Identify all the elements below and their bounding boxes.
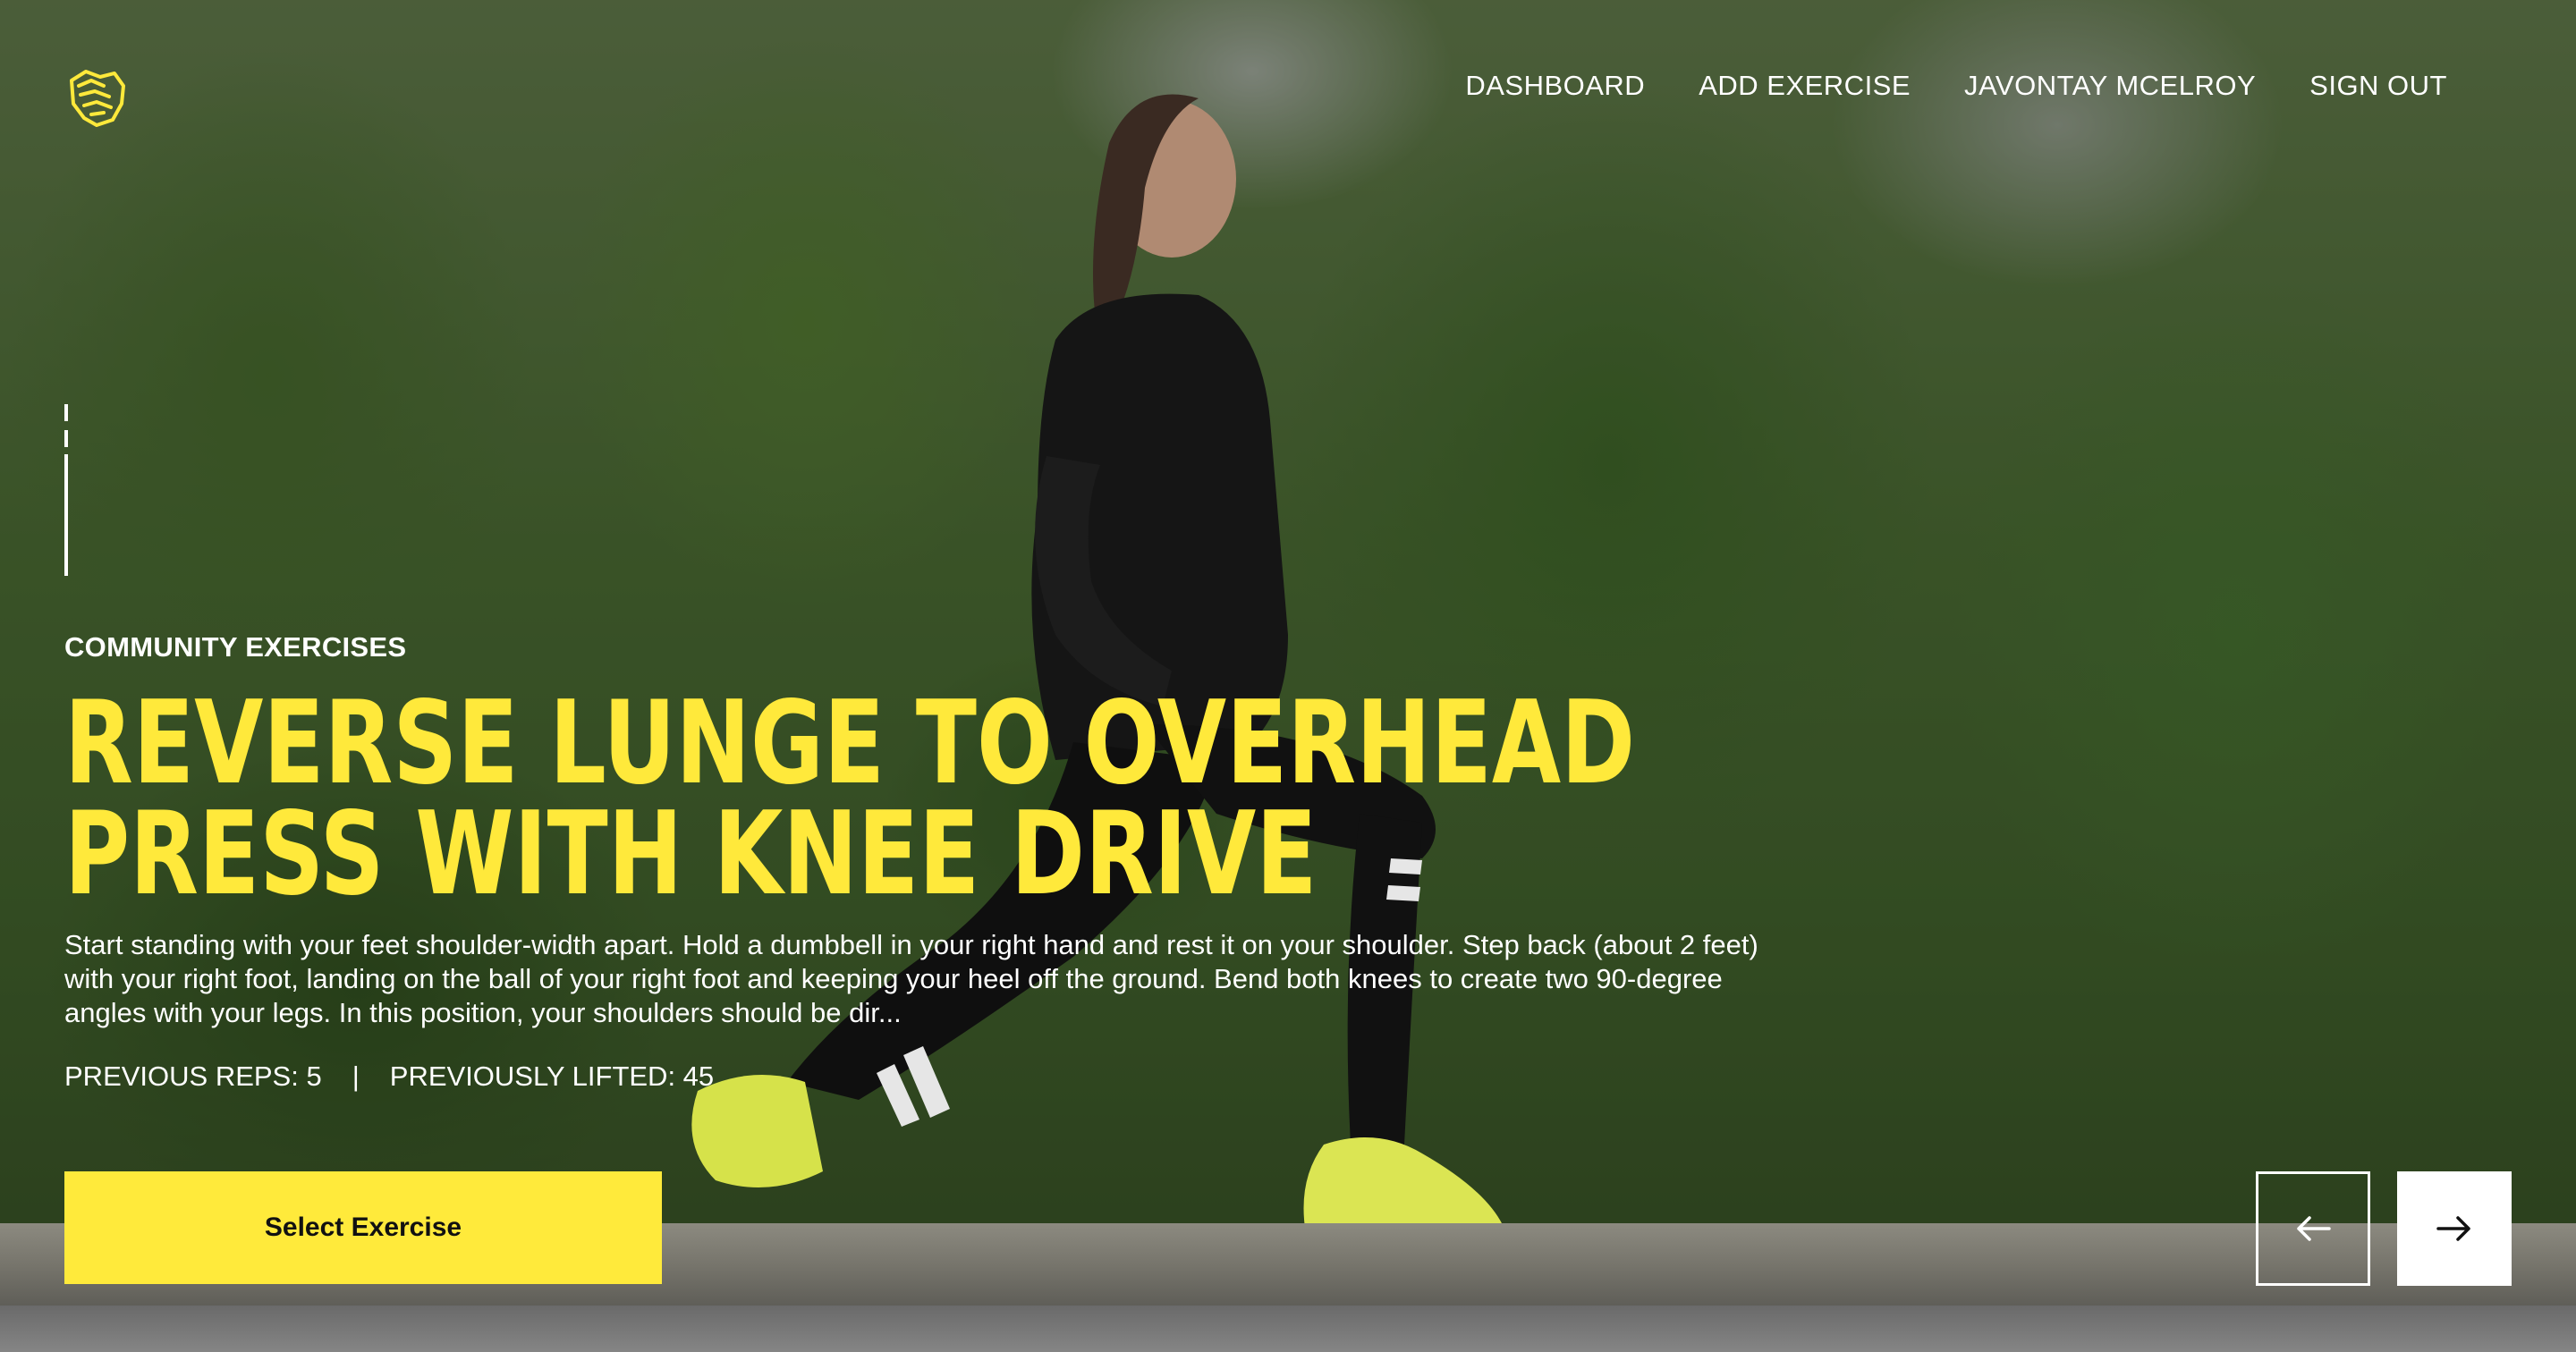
slide-indicator-active[interactable] [64, 454, 68, 576]
previously-lifted: PREVIOUSLY LIFTED: 45 [389, 1060, 715, 1092]
nav-sign-out[interactable]: SIGN OUT [2309, 70, 2447, 102]
carousel-prev-button[interactable] [2256, 1171, 2370, 1286]
nav-dashboard[interactable]: DASHBOARD [1465, 70, 1645, 102]
lion-head-icon[interactable] [64, 68, 129, 129]
top-nav: DASHBOARD ADD EXERCISE JAVONTAY MCELROY … [1465, 70, 2447, 102]
nav-add-exercise[interactable]: ADD EXERCISE [1699, 70, 1911, 102]
exercise-stats: PREVIOUS REPS: 5 | PREVIOUSLY LIFTED: 45 [64, 1060, 714, 1093]
exercise-description: Start standing with your feet shoulder-w… [64, 929, 1758, 1028]
select-exercise-button[interactable]: Select Exercise [64, 1171, 662, 1284]
hero-section: DASHBOARD ADD EXERCISE JAVONTAY MCELROY … [0, 0, 2576, 1352]
carousel-next-button[interactable] [2397, 1171, 2512, 1286]
slide-indicator-inactive[interactable] [64, 404, 68, 447]
wall-base [0, 1306, 2576, 1352]
arrow-left-icon [2297, 1216, 2331, 1241]
slide-indicator[interactable] [64, 404, 68, 576]
nav-user-name[interactable]: JAVONTAY MCELROY [1964, 70, 2256, 102]
stats-separator: | [352, 1060, 360, 1092]
arrow-right-icon [2436, 1216, 2470, 1241]
section-eyebrow: COMMUNITY EXERCISES [64, 631, 407, 663]
previous-reps: PREVIOUS REPS: 5 [64, 1060, 322, 1092]
exercise-title: REVERSE LUNGE TO OVERHEAD PRESS WITH KNE… [64, 677, 1636, 921]
